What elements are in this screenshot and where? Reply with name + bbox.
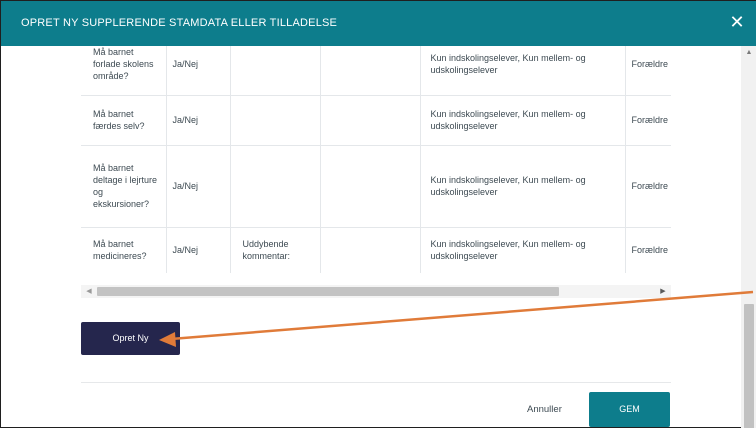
create-new-button[interactable]: Opret Ny xyxy=(81,322,180,355)
horizontal-scroll-thumb[interactable] xyxy=(97,287,559,296)
extra-cell xyxy=(320,227,421,273)
save-button[interactable]: GEM xyxy=(589,392,670,427)
groups-cell: Kun indskolingselever, Kun mellem- og ud… xyxy=(420,95,626,146)
dialog-body: Må barnet forlade skolens område? Ja/Nej… xyxy=(1,46,741,428)
dialog-titlebar: OPRET NY SUPPLERENDE STAMDATA ELLER TILL… xyxy=(1,1,756,46)
dialog-title: OPRET NY SUPPLERENDE STAMDATA ELLER TILL… xyxy=(21,17,338,29)
comment-cell xyxy=(230,95,321,146)
extra-cell xyxy=(320,95,421,146)
responder-cell: Forældre xyxy=(625,145,671,228)
scroll-up-icon[interactable]: ▲ xyxy=(741,46,756,60)
permissions-table: Må barnet forlade skolens område? Ja/Nej… xyxy=(81,46,671,273)
comment-cell xyxy=(230,145,321,228)
responder-cell: Forældre xyxy=(631,245,669,256)
responder-cell: Forældre xyxy=(625,46,671,96)
table-row[interactable]: Må barnet færdes selv? Ja/Nej Kun indsko… xyxy=(81,95,671,146)
question-cell: Må barnet forlade skolens område? xyxy=(81,46,167,96)
groups-cell: Kun indskolingselever, Kun mellem- og ud… xyxy=(420,46,626,96)
table-row[interactable]: Må barnet deltage i lejrture og ekskursi… xyxy=(81,145,671,228)
close-icon[interactable]: ✕ xyxy=(727,12,747,32)
question-cell: Må barnet deltage i lejrture og ekskursi… xyxy=(81,145,167,228)
groups-cell: Kun indskolingselever, Kun mellem- og ud… xyxy=(420,227,626,273)
question-cell: Må barnet medicineres? xyxy=(81,227,167,273)
type-cell: Ja/Nej xyxy=(166,145,231,228)
horizontal-scrollbar[interactable]: ◀ ▶ xyxy=(81,285,671,298)
groups-cell: Kun indskolingselever, Kun mellem- og ud… xyxy=(420,145,626,228)
comment-cell: Uddybende kommentar: xyxy=(230,227,321,273)
table-row[interactable]: Må barnet forlade skolens område? Ja/Nej… xyxy=(81,46,671,96)
extra-cell xyxy=(320,145,421,228)
type-cell: Ja/Nej xyxy=(166,95,231,146)
responder-cell: Forældre xyxy=(625,95,671,146)
question-cell: Må barnet færdes selv? xyxy=(81,95,167,146)
scroll-right-icon[interactable]: ▶ xyxy=(655,285,671,298)
dialog-frame: OPRET NY SUPPLERENDE STAMDATA ELLER TILL… xyxy=(0,0,756,428)
cancel-button[interactable]: Annuller xyxy=(527,404,562,415)
comment-cell xyxy=(230,46,321,96)
type-cell: Ja/Nej xyxy=(166,227,231,273)
scroll-left-icon[interactable]: ◀ xyxy=(81,285,97,298)
vertical-scroll-thumb[interactable] xyxy=(744,304,754,428)
extra-cell xyxy=(320,46,421,96)
permissions-table-viewport: Må barnet forlade skolens område? Ja/Nej… xyxy=(81,46,671,274)
footer-divider xyxy=(81,382,671,383)
vertical-scrollbar[interactable]: ▲ xyxy=(741,46,756,428)
table-row[interactable]: Må barnet medicineres? Ja/Nej Uddybende … xyxy=(81,227,671,273)
type-cell: Ja/Nej xyxy=(166,46,231,96)
